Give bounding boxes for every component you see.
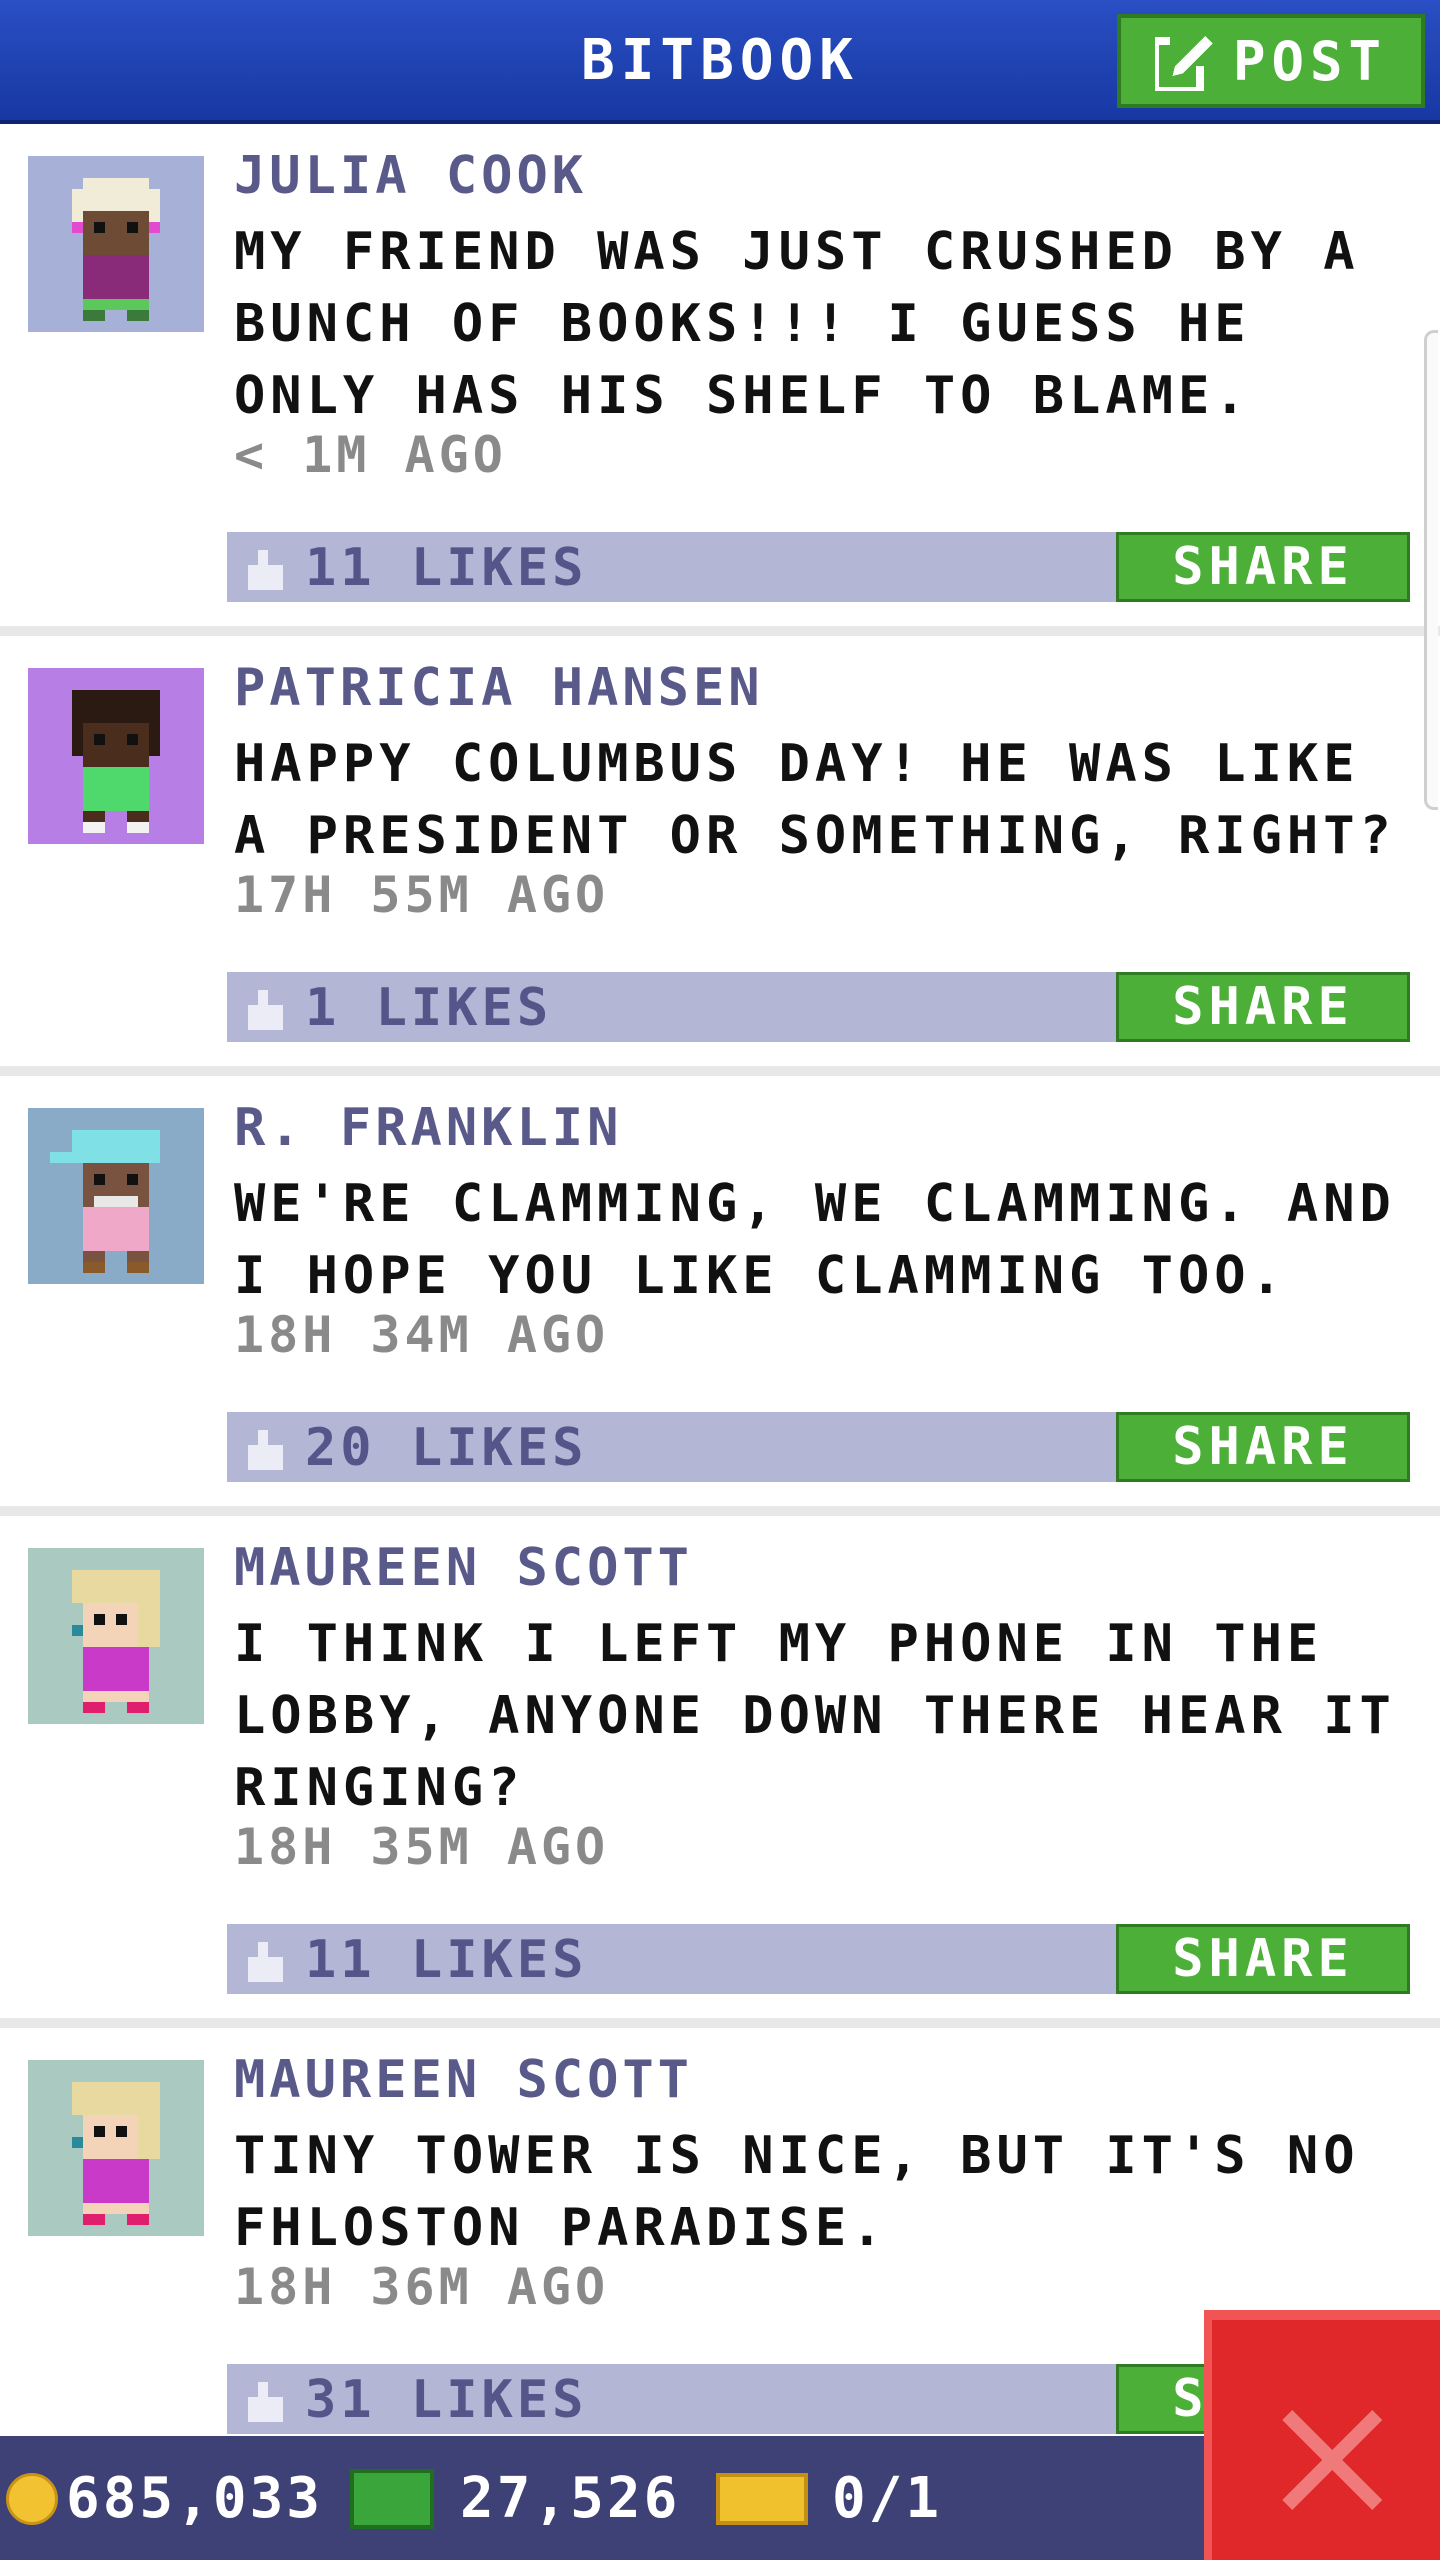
avatar [28, 668, 204, 844]
post-time: 18H 36M AGO [234, 2258, 610, 2316]
bux-icon [350, 2468, 434, 2529]
share-button[interactable]: SHARE [1116, 1924, 1410, 1994]
coins-value: 685,033 [66, 2466, 324, 2531]
like-count: 31 LIKES [305, 2370, 588, 2430]
like-count: 20 LIKES [305, 1418, 588, 1478]
feed-post: JULIA COOK MY FRIEND WAS JUST CRUSHED BY… [0, 124, 1440, 636]
share-button[interactable]: SHARE [1116, 972, 1410, 1042]
avatar [28, 156, 204, 332]
share-button[interactable]: SHARE [1116, 532, 1410, 602]
avatar [28, 1108, 204, 1284]
tickets-value: 0/1 [832, 2466, 943, 2531]
like-count: 11 LIKES [305, 1930, 588, 1990]
post-text: WE'RE CLAMMING, WE CLAMMING. AND I HOPE … [234, 1174, 1396, 1306]
post-author: R. FRANKLIN [234, 1098, 623, 1158]
post-author: PATRICIA HANSEN [234, 658, 764, 718]
post-time: 17H 55M AGO [234, 866, 610, 924]
edit-icon [1154, 31, 1215, 91]
feed-post: MAUREEN SCOTT I THINK I LEFT MY PHONE IN… [0, 1516, 1440, 2028]
post-button-label: POST [1232, 29, 1388, 93]
post-time: 18H 35M AGO [234, 1818, 610, 1876]
tickets-counter: 0/1 [716, 2466, 942, 2531]
post-author: JULIA COOK [234, 146, 588, 206]
like-bar: 1 LIKES SHARE [227, 972, 1410, 1042]
thumbs-up-icon[interactable] [243, 2382, 283, 2422]
ticket-icon [716, 2472, 808, 2525]
close-button[interactable] [1204, 2310, 1440, 2560]
coin-icon [6, 2472, 58, 2525]
avatar [28, 2060, 204, 2236]
post-button[interactable]: POST [1117, 14, 1425, 108]
coins-counter: 685,033 [6, 2466, 323, 2531]
like-bar: 20 LIKES SHARE [227, 1412, 1410, 1482]
bux-counter: 27,526 [350, 2466, 680, 2531]
close-icon [1282, 2410, 1382, 2510]
thumbs-up-icon[interactable] [243, 1430, 283, 1470]
thumbs-up-icon[interactable] [243, 550, 283, 590]
thumbs-up-icon[interactable] [243, 990, 283, 1030]
post-text: TINY TOWER IS NICE, BUT IT'S NO FHLOSTON… [234, 2126, 1360, 2258]
like-count: 11 LIKES [305, 538, 588, 598]
share-button[interactable]: SHARE [1116, 1412, 1410, 1482]
avatar [28, 1548, 204, 1724]
app-header: BITBOOK POST [0, 0, 1440, 124]
post-author: MAUREEN SCOTT [234, 2050, 693, 2110]
post-author: MAUREEN SCOTT [234, 1538, 693, 1598]
post-time: 18H 34M AGO [234, 1306, 610, 1364]
post-text: I THINK I LEFT MY PHONE IN THE LOBBY, AN… [234, 1614, 1396, 1818]
feed-post: R. FRANKLIN WE'RE CLAMMING, WE CLAMMING.… [0, 1076, 1440, 1516]
scrollbar[interactable] [1424, 330, 1438, 810]
post-text: HAPPY COLUMBUS DAY! HE WAS LIKE A PRESID… [234, 734, 1396, 866]
like-bar: 11 LIKES SHARE [227, 1924, 1410, 1994]
post-time: < 1M AGO [234, 426, 507, 484]
feed-post: PATRICIA HANSEN HAPPY COLUMBUS DAY! HE W… [0, 636, 1440, 1076]
bux-value: 27,526 [460, 2466, 681, 2531]
post-text: MY FRIEND WAS JUST CRUSHED BY A BUNCH OF… [234, 222, 1360, 426]
like-bar: 11 LIKES SHARE [227, 532, 1410, 602]
thumbs-up-icon[interactable] [243, 1942, 283, 1982]
like-count: 1 LIKES [305, 978, 553, 1038]
